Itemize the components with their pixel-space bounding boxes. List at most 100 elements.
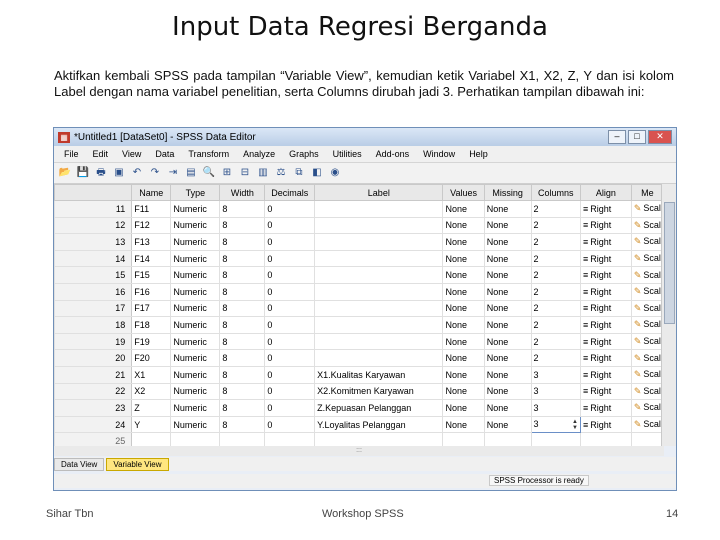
cell-width[interactable]: 8 bbox=[219, 349, 266, 367]
close-button[interactable]: ✕ bbox=[648, 130, 672, 144]
cell-name[interactable]: F17 bbox=[131, 299, 172, 318]
cell-name[interactable]: F13 bbox=[131, 233, 172, 251]
row-number[interactable]: 20 bbox=[54, 349, 133, 367]
minimize-button[interactable]: – bbox=[608, 130, 626, 144]
table-row[interactable]: 24 Y Numeric 8 0 Y.Loyalitas Pelanggan None Non… bbox=[54, 415, 665, 434]
cell-name[interactable]: Z bbox=[131, 399, 172, 417]
cell-measure[interactable]: ✎ Scal bbox=[630, 249, 665, 268]
cell-measure[interactable]: ✎ Scal bbox=[630, 399, 665, 417]
row-number[interactable]: 12 bbox=[54, 216, 133, 235]
cell-name[interactable]: X1 bbox=[131, 365, 172, 384]
cell-columns[interactable]: 3 bbox=[530, 399, 581, 417]
cell-label[interactable] bbox=[314, 299, 444, 318]
cell-width[interactable]: 8 bbox=[219, 399, 266, 417]
cell-align[interactable]: ≡ Right bbox=[579, 349, 632, 367]
cell-missing[interactable]: None bbox=[483, 382, 532, 401]
cell-width[interactable]: 8 bbox=[219, 299, 266, 318]
cell-measure[interactable]: ✎ Scal bbox=[630, 282, 665, 301]
cell-align[interactable]: ≡ Right bbox=[579, 200, 632, 218]
cell-width[interactable]: 8 bbox=[219, 415, 266, 434]
cell-type[interactable]: Numeric bbox=[170, 233, 221, 251]
menu-item-transform[interactable]: Transform bbox=[188, 149, 229, 159]
table-row[interactable]: 13 F13 Numeric 8 0 None None 2 ≡ Right ✎ Scal bbox=[54, 233, 665, 251]
menu-item-data[interactable]: Data bbox=[155, 149, 174, 159]
cell-columns[interactable]: 2 bbox=[530, 233, 581, 251]
cell-values[interactable]: None bbox=[442, 332, 485, 351]
cell-columns[interactable]: 2 bbox=[530, 200, 581, 218]
cell-type[interactable]: Numeric bbox=[170, 349, 221, 367]
cell-measure[interactable]: ✎ Scal bbox=[630, 233, 665, 251]
cell-decimals[interactable]: 0 bbox=[264, 316, 316, 334]
cell-name[interactable]: X2 bbox=[131, 382, 172, 401]
cell-align[interactable]: ≡ Right bbox=[579, 415, 632, 434]
cell-measure[interactable]: ✎ Scal bbox=[630, 266, 665, 284]
cell-align[interactable]: ≡ Right bbox=[579, 299, 632, 318]
weight-cases-icon[interactable]: ⚖ bbox=[274, 166, 288, 180]
cell-measure[interactable]: ✎ Scal bbox=[630, 332, 665, 351]
column-header-missing[interactable]: Missing bbox=[483, 184, 532, 201]
cell-values[interactable]: None bbox=[442, 282, 485, 301]
cell-values[interactable]: None bbox=[442, 266, 485, 284]
cell-values[interactable]: None bbox=[442, 382, 485, 401]
cell-name[interactable]: F15 bbox=[131, 266, 172, 284]
table-row[interactable]: 19 F19 Numeric 8 0 None None 2 ≡ Right ✎ Scal bbox=[54, 332, 665, 351]
cell-values[interactable]: None bbox=[442, 349, 485, 367]
row-number[interactable]: 19 bbox=[54, 332, 133, 351]
use-sets-icon[interactable]: ◉ bbox=[328, 166, 342, 180]
cell-type[interactable]: Numeric bbox=[170, 266, 221, 284]
cell-label[interactable]: Y.Loyalitas Pelanggan bbox=[314, 415, 444, 434]
menu-item-graphs[interactable]: Graphs bbox=[289, 149, 319, 159]
cell-columns[interactable]: 2 bbox=[530, 316, 581, 334]
cell-columns[interactable]: 2 bbox=[530, 282, 581, 301]
cell-align[interactable]: ≡ Right bbox=[579, 233, 632, 251]
cell-values[interactable]: None bbox=[442, 415, 485, 434]
cell-align[interactable]: ≡ Right bbox=[579, 332, 632, 351]
column-header-me[interactable]: Me bbox=[630, 184, 665, 201]
table-row[interactable]: 20 F20 Numeric 8 0 None None 2 ≡ Right ✎ Scal bbox=[54, 349, 665, 367]
cell-label[interactable] bbox=[314, 200, 444, 218]
row-number[interactable]: 18 bbox=[54, 316, 133, 334]
insert-variable-icon[interactable]: ⊟ bbox=[238, 166, 252, 180]
cell-missing[interactable]: None bbox=[483, 249, 532, 268]
cell-columns[interactable]: 2 bbox=[530, 266, 581, 284]
row-number[interactable]: 16 bbox=[54, 282, 133, 301]
split-file-icon[interactable]: ▥ bbox=[256, 166, 270, 180]
cell-width[interactable]: 8 bbox=[219, 200, 266, 218]
table-row[interactable]: 11 F11 Numeric 8 0 None None 2 ≡ Right ✎ Scal bbox=[54, 200, 665, 218]
cell-name[interactable]: F18 bbox=[131, 316, 172, 334]
cell-label[interactable]: X1.Kualitas Karyawan bbox=[314, 365, 444, 384]
horizontal-scrollbar[interactable]: ::: bbox=[54, 446, 664, 456]
cell-decimals[interactable]: 0 bbox=[264, 365, 316, 384]
cell-type[interactable]: Numeric bbox=[170, 299, 221, 318]
menu-item-window[interactable]: Window bbox=[423, 149, 455, 159]
cell-columns[interactable]: 2 bbox=[530, 216, 581, 235]
row-number[interactable]: 24 bbox=[54, 415, 133, 434]
cell-columns[interactable]: 3 bbox=[530, 365, 581, 384]
cell-missing[interactable]: None bbox=[483, 216, 532, 235]
cell-name[interactable]: F20 bbox=[131, 349, 172, 367]
column-header-align[interactable]: Align bbox=[579, 184, 632, 201]
columns-spinner-icon[interactable]: ▲ ▼ bbox=[572, 419, 578, 431]
table-row[interactable]: 21 X1 Numeric 8 0 X1.Kualitas Karyawan None Non… bbox=[54, 365, 665, 384]
menu-item-analyze[interactable]: Analyze bbox=[243, 149, 275, 159]
cell-values[interactable]: None bbox=[442, 316, 485, 334]
cell-missing[interactable]: None bbox=[483, 332, 532, 351]
cell-measure[interactable]: ✎ Scal bbox=[630, 349, 665, 367]
cell-width[interactable]: 8 bbox=[219, 282, 266, 301]
cell-name[interactable]: F12 bbox=[131, 216, 172, 235]
cell-decimals[interactable]: 0 bbox=[264, 332, 316, 351]
cell-values[interactable]: None bbox=[442, 365, 485, 384]
cell-missing[interactable]: None bbox=[483, 365, 532, 384]
cell-decimals[interactable]: 0 bbox=[264, 282, 316, 301]
tab-data-view[interactable]: Data View bbox=[54, 458, 105, 471]
cell-type[interactable]: Numeric bbox=[170, 382, 221, 401]
undo-icon[interactable]: ↶ bbox=[130, 166, 144, 180]
cell-width[interactable]: 8 bbox=[219, 316, 266, 334]
menu-item-edit[interactable]: Edit bbox=[93, 149, 109, 159]
cell-values[interactable]: None bbox=[442, 233, 485, 251]
cell-label[interactable] bbox=[314, 233, 444, 251]
cell-measure[interactable]: ✎ Scal bbox=[630, 299, 665, 318]
row-number[interactable]: 11 bbox=[54, 200, 133, 218]
insert-cases-icon[interactable]: ⊞ bbox=[220, 166, 234, 180]
cell-align[interactable]: ≡ Right bbox=[579, 399, 632, 417]
